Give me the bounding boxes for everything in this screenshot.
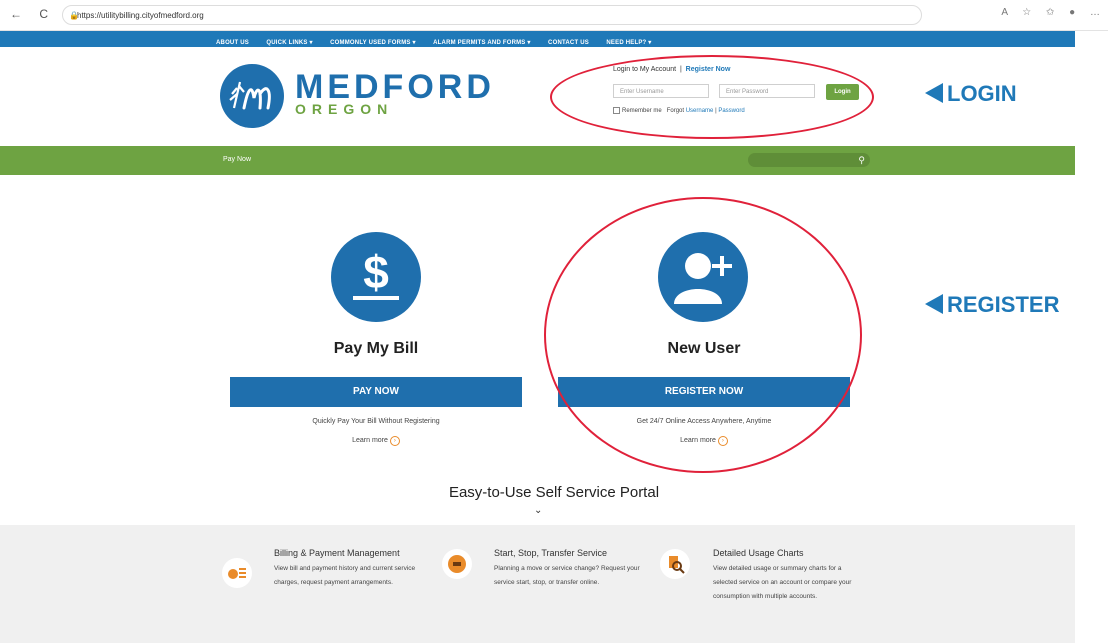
- usage-chart-icon: [660, 549, 690, 584]
- register-callout: REGISTER: [925, 292, 1059, 318]
- feature-description: Planning a move or service change? Reque…: [494, 565, 640, 586]
- transfer-service-icon: [442, 549, 472, 584]
- feature-billing: Billing & Payment Management View bill a…: [274, 548, 424, 590]
- svg-text:$: $: [363, 246, 389, 298]
- browser-toolbar: ← C 🔒 https://utilitybilling.cityofmedfo…: [0, 0, 1108, 31]
- feature-title: Detailed Usage Charts: [713, 548, 804, 558]
- favorite-icon[interactable]: ☆: [1022, 7, 1031, 18]
- billing-icon: [222, 558, 252, 593]
- medford-logo-icon[interactable]: [220, 64, 284, 128]
- site-logo[interactable]: MEDFORD OREGON: [295, 70, 495, 116]
- search-input[interactable]: ⚲: [748, 153, 870, 167]
- login-annotation-ring: [550, 55, 874, 139]
- back-icon[interactable]: ←: [10, 7, 22, 21]
- pay-my-bill-title: Pay My Bill: [333, 340, 419, 357]
- profile-icon[interactable]: ●: [1069, 7, 1075, 18]
- feature-description: View detailed usage or summary charts fo…: [713, 565, 852, 600]
- site-header: [0, 47, 1075, 147]
- menu-icon[interactable]: …: [1090, 7, 1100, 18]
- callout-arrow-icon: [925, 294, 943, 315]
- feature-usage-charts: Detailed Usage Charts View detailed usag…: [713, 548, 863, 604]
- pay-learn-more-label: Learn more: [352, 437, 388, 444]
- lock-icon: 🔒: [69, 11, 79, 20]
- search-icon[interactable]: ⚲: [858, 153, 865, 167]
- login-callout: LOGIN: [925, 81, 1017, 107]
- green-action-bar: Pay Now ⚲: [0, 146, 1075, 175]
- reload-icon[interactable]: C: [39, 7, 48, 21]
- dollar-icon[interactable]: $: [331, 232, 421, 322]
- address-bar[interactable]: 🔒 https://utilitybilling.cityofmedford.o…: [62, 5, 922, 25]
- pay-learn-more[interactable]: Learn more ›: [230, 436, 522, 446]
- top-navigation: ABOUT US QUICK LINKS ▾ COMMONLY USED FOR…: [0, 31, 1075, 47]
- feature-description: View bill and payment history and curren…: [274, 565, 416, 586]
- pay-now-link[interactable]: Pay Now: [223, 156, 251, 163]
- feature-start-stop: Start, Stop, Transfer Service Planning a…: [494, 548, 644, 590]
- feature-title: Billing & Payment Management: [274, 548, 400, 558]
- arrow-right-icon: ›: [389, 436, 400, 446]
- register-callout-label: REGISTER: [947, 292, 1060, 317]
- feature-title: Start, Stop, Transfer Service: [494, 548, 608, 558]
- register-annotation-ring: [544, 197, 862, 473]
- chevron-down-icon[interactable]: ⌄: [534, 505, 542, 516]
- callout-arrow-icon: [925, 83, 943, 104]
- browser-nav: ← C: [10, 7, 62, 21]
- portal-title: Easy-to-Use Self Service Portal: [448, 484, 660, 501]
- pay-description: Quickly Pay Your Bill Without Registerin…: [312, 418, 440, 425]
- favorites-bar-icon[interactable]: ✩: [1046, 7, 1054, 18]
- read-aloud-icon[interactable]: A: [1001, 7, 1007, 18]
- browser-actions: A ☆ ✩ ● …: [989, 7, 1100, 18]
- pay-now-button[interactable]: PAY NOW: [230, 377, 522, 407]
- login-callout-label: LOGIN: [947, 81, 1017, 106]
- url-text: https://utilitybilling.cityofmedford.org: [77, 11, 204, 20]
- logo-city-name: MEDFORD: [295, 68, 495, 106]
